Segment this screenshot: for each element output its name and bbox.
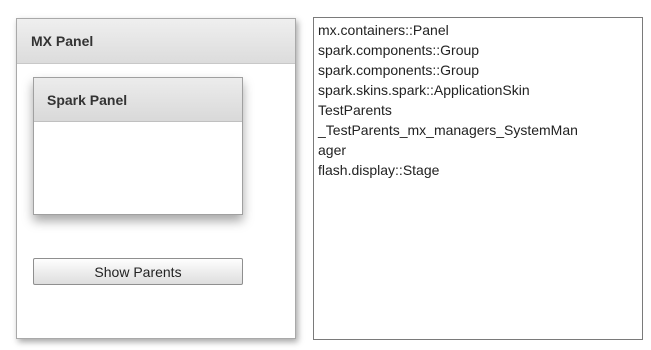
spark-panel: Spark Panel [33,77,243,215]
spark-panel-title: Spark Panel [47,91,128,108]
output-line: spark.components::Group [318,42,480,58]
show-parents-button[interactable]: Show Parents [33,258,243,285]
mx-panel: MX Panel Spark Panel Show Parents [16,18,296,339]
output-line: TestParents [318,102,392,118]
mx-panel-title: MX Panel [31,33,94,49]
output-line: spark.components::Group [318,62,480,78]
spark-panel-header: Spark Panel [34,78,242,122]
output-textarea[interactable]: mx.containers::Panel spark.components::G… [313,17,643,340]
output-line: ager [318,142,347,158]
output-line: spark.skins.spark::ApplicationSkin [318,82,530,98]
output-line: _TestParents_mx_managers_SystemMan [318,122,578,138]
output-line: mx.containers::Panel [318,22,449,38]
output-line: flash.display::Stage [318,162,440,178]
mx-panel-header: MX Panel [17,19,295,64]
